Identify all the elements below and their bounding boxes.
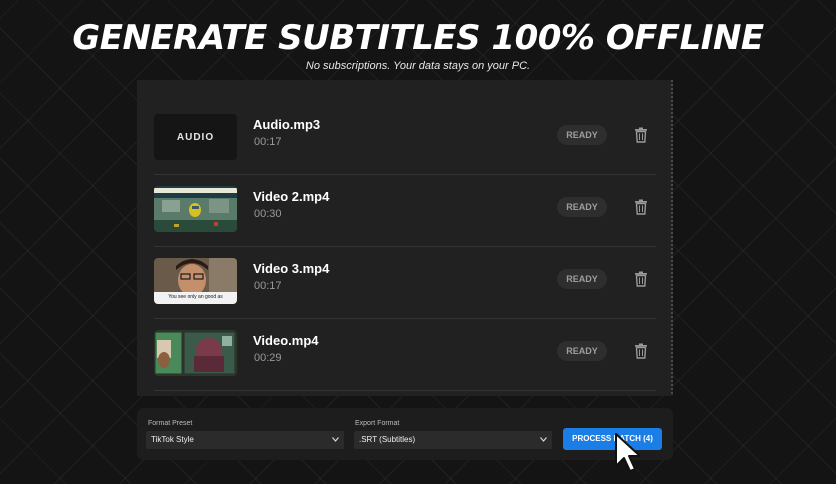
- format-preset-value: TikTok Style: [151, 435, 194, 444]
- file-row: You see only an good as Video 3.mp4 00:1…: [154, 247, 656, 319]
- thumbnail-label: AUDIO: [176, 131, 215, 143]
- file-row: Video.mp4 00:29 READY: [154, 319, 656, 391]
- video-thumbnail: [154, 330, 237, 376]
- format-preset-select[interactable]: TikTok Style: [146, 431, 344, 449]
- file-duration: 00:29: [254, 352, 282, 364]
- subheadline: No subscriptions. Your data stays on you…: [305, 60, 531, 72]
- video-thumbnail: [154, 186, 237, 232]
- file-name: Video 2.mp4: [253, 189, 330, 204]
- mouse-pointer-icon: [615, 433, 641, 472]
- export-format-value: .SRT (Subtitles): [359, 435, 416, 444]
- file-name: Video.mp4: [253, 333, 319, 348]
- scrollbar[interactable]: [671, 80, 673, 396]
- file-duration: 00:30: [254, 208, 282, 220]
- status-badge: READY: [557, 125, 607, 145]
- status-badge: READY: [557, 269, 607, 289]
- export-format-select[interactable]: .SRT (Subtitles): [354, 431, 552, 449]
- file-name: Video 3.mp4: [253, 261, 330, 276]
- trash-icon[interactable]: [634, 343, 648, 359]
- trash-icon[interactable]: [634, 271, 648, 287]
- file-name: Audio.mp3: [253, 117, 321, 132]
- thumbnail-caption: You see only an good as: [168, 294, 223, 300]
- file-duration: 00:17: [254, 136, 282, 148]
- trash-icon[interactable]: [634, 199, 648, 215]
- export-format-label: Export Format: [355, 420, 400, 427]
- audio-thumbnail: AUDIO: [154, 114, 237, 160]
- format-preset-label: Format Preset: [148, 420, 193, 427]
- status-badge: READY: [557, 341, 607, 361]
- headline: GENERATE SUBTITLES 100% OFFLINE: [72, 18, 764, 58]
- status-badge: READY: [557, 197, 607, 217]
- settings-bar: Format Preset TikTok Style Export Format…: [137, 408, 673, 460]
- trash-icon[interactable]: [634, 127, 648, 143]
- split-video-image: [154, 330, 237, 376]
- game-scene-image: [154, 186, 237, 232]
- chevron-down-icon: [540, 437, 547, 442]
- file-row: Video 2.mp4 00:30 READY: [154, 175, 656, 247]
- file-duration: 00:17: [254, 280, 282, 292]
- file-list-panel: AUDIO Audio.mp3 00:17 READY Video 2.mp4 …: [137, 80, 673, 396]
- chevron-down-icon: [332, 437, 339, 442]
- video-thumbnail: You see only an good as: [154, 258, 237, 304]
- file-row: AUDIO Audio.mp3 00:17 READY: [154, 103, 656, 175]
